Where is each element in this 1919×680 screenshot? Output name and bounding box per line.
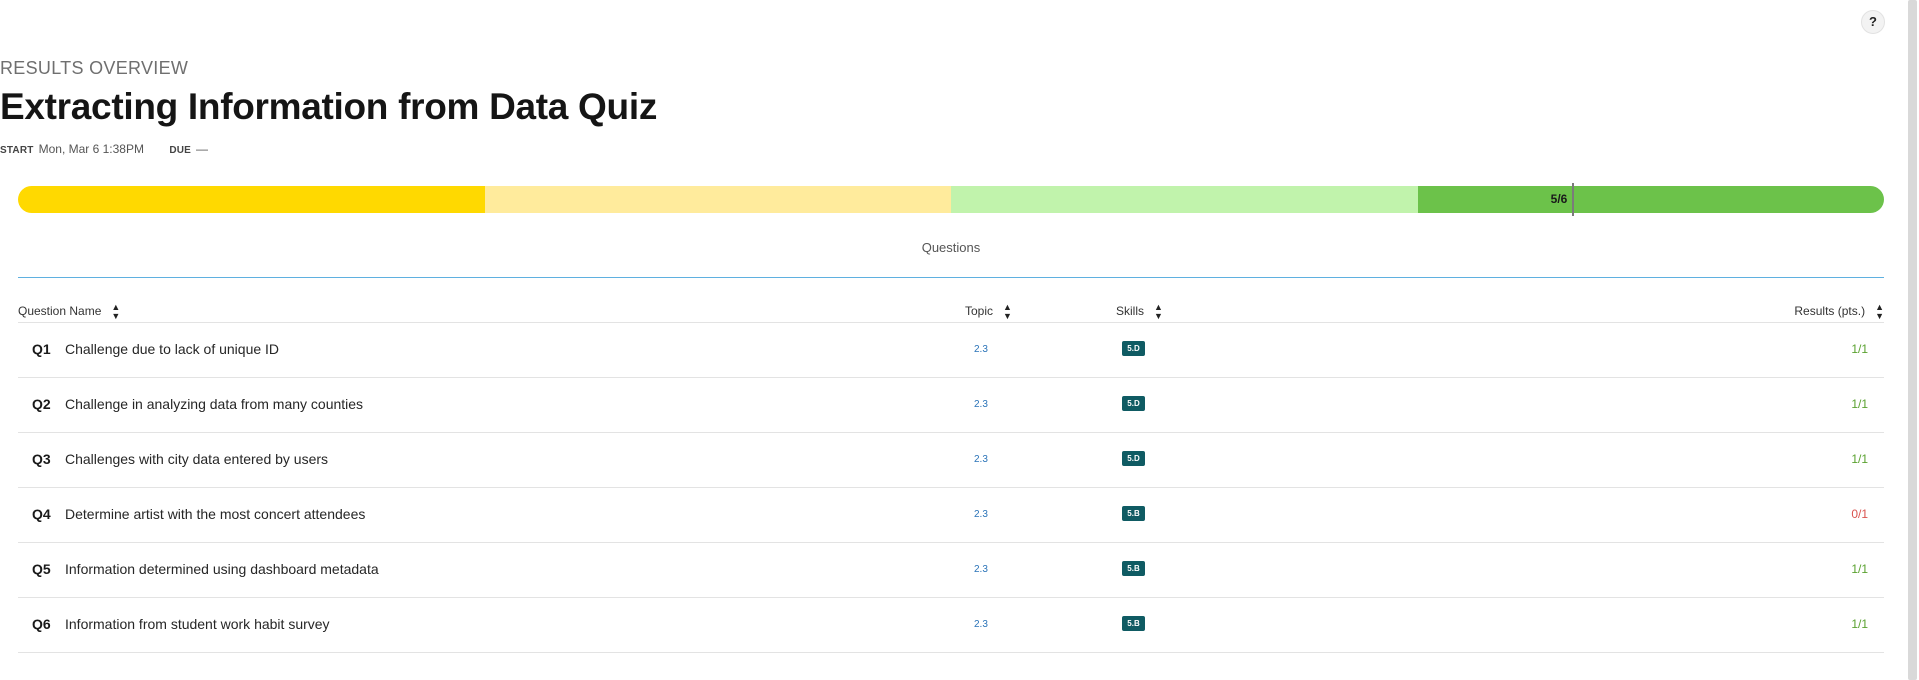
- sort-icon: ▲ ▼: [1875, 302, 1884, 321]
- question-result: 0/1: [1851, 507, 1868, 521]
- questions-table-body: Q1 Challenge due to lack of unique ID 2.…: [18, 323, 1884, 653]
- question-result: 1/1: [1851, 397, 1868, 411]
- skill-badge: 5.B: [1122, 506, 1145, 521]
- table-row[interactable]: Q6 Information from student work habit s…: [18, 598, 1884, 653]
- progress-score-marker: [1572, 183, 1574, 216]
- question-name: Challenge in analyzing data from many co…: [65, 396, 364, 412]
- progress-score-label: 5/6: [1550, 192, 1568, 206]
- question-number: Q1: [32, 341, 51, 357]
- table-row[interactable]: Q4 Determine artist with the most concer…: [18, 488, 1884, 543]
- skill-badge: 5.B: [1122, 616, 1145, 631]
- skill-badge: 5.B: [1122, 561, 1145, 576]
- help-button[interactable]: ?: [1861, 10, 1885, 34]
- question-result: 1/1: [1851, 562, 1868, 576]
- column-header-label: Skills: [1116, 304, 1145, 319]
- question-result: 1/1: [1851, 452, 1868, 466]
- question-name: Information from student work habit surv…: [65, 616, 330, 632]
- table-row[interactable]: Q2 Challenge in analyzing data from many…: [18, 378, 1884, 433]
- question-number: Q4: [32, 506, 51, 522]
- scrollbar-thumb[interactable]: [1908, 0, 1917, 680]
- question-result: 1/1: [1851, 617, 1868, 631]
- table-row[interactable]: Q3 Challenges with city data entered by …: [18, 433, 1884, 488]
- topic-link[interactable]: 2.3: [974, 509, 988, 520]
- results-overview-eyebrow: RESULTS OVERVIEW: [0, 58, 189, 78]
- quiz-dates: START Mon, Mar 6 1:38PM DUE —: [0, 142, 1904, 156]
- question-name: Challenges with city data entered by use…: [65, 451, 329, 467]
- tab-underline: [18, 277, 1884, 278]
- question-name: Challenge due to lack of unique ID: [65, 341, 280, 357]
- question-name: Information determined using dashboard m…: [65, 561, 379, 577]
- progress-segment-2: [484, 186, 951, 213]
- due-value: —: [196, 142, 209, 156]
- due-label: DUE: [169, 145, 192, 156]
- skill-badge: 5.D: [1122, 396, 1145, 411]
- question-result: 1/1: [1851, 342, 1868, 356]
- page-title: Extracting Information from Data Quiz: [0, 86, 658, 127]
- scrollbar[interactable]: [1906, 0, 1919, 680]
- question-number: Q6: [32, 616, 51, 632]
- skill-badge: 5.D: [1122, 341, 1145, 356]
- sort-icon: ▲ ▼: [1003, 302, 1012, 321]
- topic-link[interactable]: 2.3: [974, 564, 988, 575]
- start-label: START: [0, 145, 34, 156]
- sort-icon: ▲ ▼: [111, 302, 121, 321]
- start-value: Mon, Mar 6 1:38PM: [38, 142, 144, 156]
- column-header-label: Results (pts.): [1794, 304, 1866, 319]
- score-progress-bar: [18, 186, 1884, 213]
- tab-questions[interactable]: Questions: [18, 240, 1884, 255]
- progress-segment-3: [951, 186, 1418, 213]
- column-header-question-name[interactable]: Question Name ▲ ▼: [18, 303, 120, 321]
- column-header-label: Topic: [965, 304, 994, 319]
- skill-badge: 5.D: [1122, 451, 1145, 466]
- question-name: Determine artist with the most concert a…: [65, 506, 366, 522]
- topic-link[interactable]: 2.3: [974, 454, 988, 465]
- question-number: Q5: [32, 561, 51, 577]
- question-number: Q2: [32, 396, 51, 412]
- topic-link[interactable]: 2.3: [974, 619, 988, 630]
- topic-link[interactable]: 2.3: [974, 344, 988, 355]
- table-row[interactable]: Q5 Information determined using dashboar…: [18, 543, 1884, 598]
- progress-segment-1: [18, 186, 485, 213]
- column-header-results[interactable]: Results (pts.) ▲ ▼: [1794, 303, 1884, 321]
- table-row[interactable]: Q1 Challenge due to lack of unique ID 2.…: [18, 323, 1884, 378]
- progress-segment-4: [1417, 186, 1884, 213]
- column-header-label: Question Name: [18, 304, 102, 319]
- topic-link[interactable]: 2.3: [974, 399, 988, 410]
- sort-icon: ▲ ▼: [1154, 302, 1163, 321]
- question-number: Q3: [32, 451, 51, 467]
- column-header-skills[interactable]: Skills ▲ ▼: [1116, 303, 1163, 321]
- column-header-topic[interactable]: Topic ▲ ▼: [965, 303, 1012, 321]
- table-header: Question Name ▲ ▼ Topic ▲ ▼ Skills ▲ ▼ Results…: [18, 300, 1884, 322]
